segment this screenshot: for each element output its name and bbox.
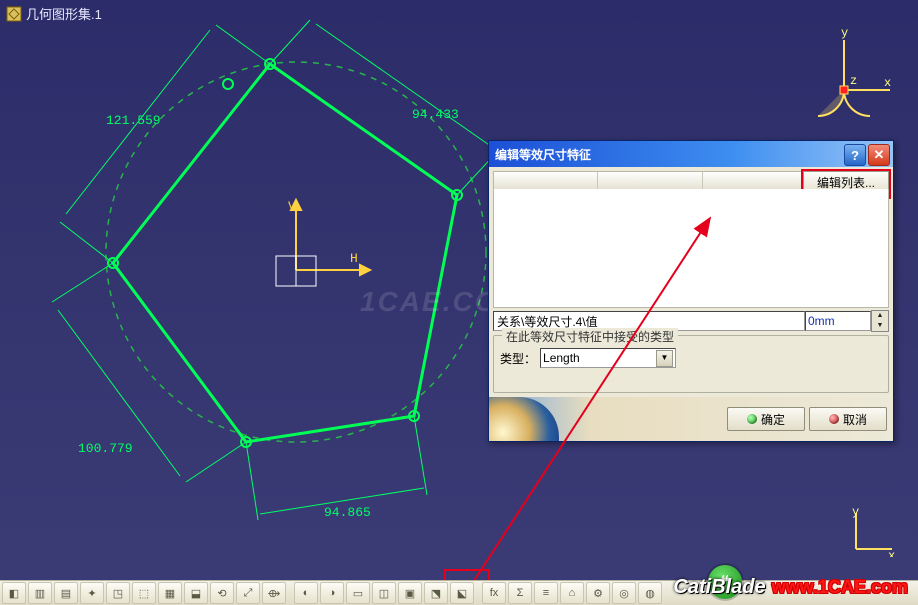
cancel-led-icon <box>829 414 839 424</box>
catia-viewport[interactable]: 几何图形集.1 <box>0 0 918 605</box>
toolbar-button[interactable]: ⤢ <box>236 582 260 604</box>
svg-text:y: y <box>841 26 848 40</box>
toolbar-button[interactable]: ⬕ <box>450 582 474 604</box>
dimension-value-spinner[interactable]: ▲ ▼ <box>871 310 889 332</box>
site-watermark: CatiBlade www.1CAE.com <box>673 576 908 599</box>
svg-text:x: x <box>888 549 895 557</box>
type-select[interactable]: Length ▼ <box>540 348 676 368</box>
svg-text:x: x <box>884 76 891 90</box>
axis-v-label: V <box>288 199 296 214</box>
cancel-button-label: 取消 <box>843 411 867 428</box>
axis-indicator[interactable]: y x z <box>794 28 894 128</box>
axis-h-label: H <box>350 251 358 266</box>
accepted-types-title: 在此等效尺寸特征中接受的类型 <box>502 328 678 345</box>
toolbar-button[interactable]: fx <box>482 582 506 604</box>
type-label: 类型： <box>500 350 536 367</box>
toolbar-button[interactable]: ▤ <box>54 582 78 604</box>
ok-button[interactable]: 确定 <box>727 407 805 431</box>
toolbar-button[interactable]: ⌂ <box>560 582 584 604</box>
toolbar-button[interactable]: ✦ <box>80 582 104 604</box>
dim-top-left[interactable]: 121.559 <box>106 113 161 128</box>
toolbar-button[interactable]: ◍ <box>638 582 662 604</box>
dim-lower-left[interactable]: 100.779 <box>78 441 133 456</box>
chevron-down-icon[interactable]: ▼ <box>656 350 673 367</box>
toolbar-button[interactable]: Σ <box>508 582 532 604</box>
axis-indicator-small[interactable]: y x <box>848 507 898 557</box>
toolbar-button[interactable]: ⬓ <box>184 582 208 604</box>
ok-button-label: 确定 <box>761 411 785 428</box>
geometry-set-icon <box>6 6 22 22</box>
list-area[interactable] <box>493 189 889 308</box>
dialog-globe-decoration <box>489 397 559 441</box>
dimension-value-input[interactable] <box>805 311 871 331</box>
toolbar-button[interactable]: ⚙ <box>586 582 610 604</box>
svg-text:z: z <box>850 74 857 88</box>
dialog-help-button[interactable]: ? <box>844 144 866 166</box>
dialog-title-text: 编辑等效尺寸特征 <box>495 146 591 163</box>
dialog-titlebar[interactable]: 编辑等效尺寸特征 ? ✕ <box>489 141 893 167</box>
svg-text:y: y <box>852 507 859 519</box>
toolbar-button[interactable]: ⟴ <box>262 582 286 604</box>
toolbar-button[interactable]: ◳ <box>106 582 130 604</box>
toolbar-button[interactable]: ▥ <box>28 582 52 604</box>
dialog-close-button[interactable]: ✕ <box>868 144 890 166</box>
equivalent-dimension-dialog[interactable]: 编辑等效尺寸特征 ? ✕ 编辑列表... ▲ ▼ 在此等效 <box>488 140 894 442</box>
spin-up-icon[interactable]: ▲ <box>872 311 888 321</box>
toolbar-button[interactable]: ⟲ <box>210 582 234 604</box>
toolbar-button[interactable]: ◎ <box>612 582 636 604</box>
cancel-button[interactable]: 取消 <box>809 407 887 431</box>
toolbar-button[interactable]: ▦ <box>158 582 182 604</box>
toolbar-button[interactable]: ◐ <box>294 582 318 604</box>
toolbar-button[interactable]: ◫ <box>372 582 396 604</box>
dim-bottom[interactable]: 94.865 <box>324 505 371 520</box>
type-select-value: Length <box>543 351 580 365</box>
ok-led-icon <box>747 414 757 424</box>
spin-down-icon[interactable]: ▼ <box>872 321 888 331</box>
toolbar-button[interactable]: ⬚ <box>132 582 156 604</box>
spec-tree-root-label: 几何图形集.1 <box>26 4 102 23</box>
spec-tree-root[interactable]: 几何图形集.1 <box>6 4 102 23</box>
toolbar-button[interactable]: ≡ <box>534 582 558 604</box>
toolbar-button[interactable]: ▭ <box>346 582 370 604</box>
dialog-footer: 确定 取消 <box>489 397 893 441</box>
toolbar-button[interactable]: ◧ <box>2 582 26 604</box>
toolbar-button[interactable]: ▣ <box>398 582 422 604</box>
accepted-types-group: 在此等效尺寸特征中接受的类型 类型： Length ▼ <box>493 335 889 393</box>
dim-top-right[interactable]: 94.433 <box>412 107 459 122</box>
toolbar-button[interactable]: ◑ <box>320 582 344 604</box>
toolbar-button[interactable]: ⬔ <box>424 582 448 604</box>
